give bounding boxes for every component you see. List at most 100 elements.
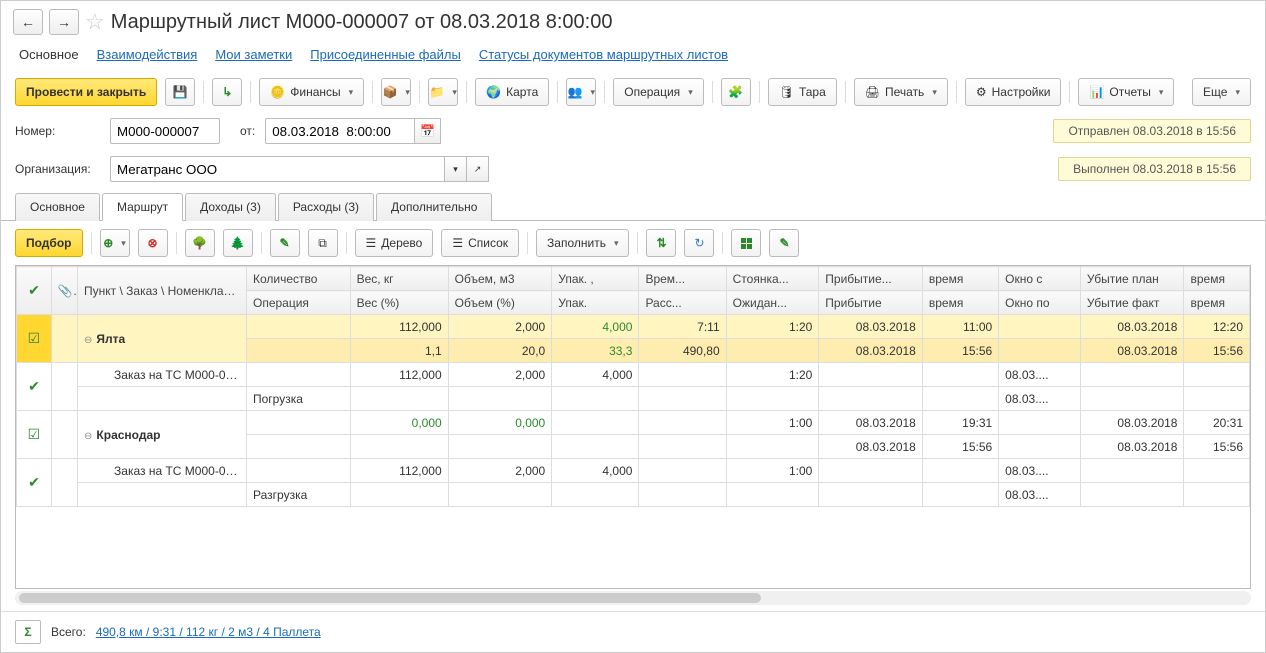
tree-view-button[interactable]: ☰Дерево bbox=[355, 229, 434, 257]
refresh-icon: ↻ bbox=[694, 236, 704, 250]
row-point: ⊖Краснодар bbox=[78, 411, 247, 459]
table-row[interactable]: ☑ ⊖Ялта 112,000 2,000 4,000 7:11 1:20 08… bbox=[17, 315, 1250, 339]
row-check[interactable]: ☑ bbox=[17, 411, 52, 459]
tab-route[interactable]: Маршрут bbox=[102, 193, 183, 221]
tab-expense[interactable]: Расходы (3) bbox=[278, 193, 374, 221]
col-point[interactable]: Пункт \ Заказ \ Номенклатура bbox=[78, 267, 247, 315]
tare-button[interactable]: 🛢Тара bbox=[768, 78, 837, 106]
nav-files[interactable]: Присоединенные файлы bbox=[310, 47, 461, 62]
col-time2[interactable]: время bbox=[922, 267, 998, 291]
print-button[interactable]: 🖨Печать bbox=[854, 78, 948, 106]
col-attach[interactable]: 📎 bbox=[51, 267, 77, 315]
favorite-star-icon[interactable]: ☆ bbox=[85, 9, 105, 35]
tab-main[interactable]: Основное bbox=[15, 193, 100, 221]
tab-extra[interactable]: Дополнительно bbox=[376, 193, 492, 221]
calendar-button[interactable]: 📅 bbox=[415, 118, 441, 144]
horizontal-scrollbar[interactable] bbox=[15, 591, 1251, 605]
swap-button[interactable]: ⇅ bbox=[646, 229, 676, 257]
grid-button[interactable] bbox=[731, 229, 761, 257]
col-time5[interactable]: время bbox=[1184, 291, 1250, 315]
col-pack[interactable]: Упак. , bbox=[552, 267, 639, 291]
nav-links: Основное Взаимодействия Мои заметки Прис… bbox=[1, 43, 1265, 72]
table-row[interactable]: ☑ ⊖Краснодар 0,000 0,000 1:00 08.03.2018… bbox=[17, 411, 1250, 435]
row-check[interactable]: ☑ bbox=[17, 315, 52, 363]
forward-button[interactable]: → bbox=[49, 9, 79, 35]
delete-button[interactable]: ⊗ bbox=[138, 229, 168, 257]
col-weight-pct[interactable]: Вес (%) bbox=[350, 291, 448, 315]
col-volume-pct[interactable]: Объем (%) bbox=[448, 291, 552, 315]
list-view-button[interactable]: ☰Список bbox=[441, 229, 519, 257]
row-check[interactable]: ✔ bbox=[17, 459, 52, 507]
reports-button[interactable]: 📊Отчеты bbox=[1078, 78, 1174, 106]
post-button[interactable]: ↳ bbox=[212, 78, 242, 106]
operation-button[interactable]: Операция bbox=[613, 78, 703, 106]
copy-icon: ⧉ bbox=[318, 236, 327, 251]
date-input[interactable] bbox=[265, 118, 415, 144]
col-time3[interactable]: время bbox=[1184, 267, 1250, 291]
col-depart-plan[interactable]: Убытие план bbox=[1080, 267, 1184, 291]
col-depart-fact[interactable]: Убытие факт bbox=[1080, 291, 1184, 315]
number-input[interactable] bbox=[110, 118, 220, 144]
sigma-button[interactable]: Σ bbox=[15, 620, 41, 644]
add-button[interactable]: ⊕ bbox=[100, 229, 130, 257]
route-table[interactable]: ✔ 📎 Пункт \ Заказ \ Номенклатура Количес… bbox=[15, 265, 1251, 589]
finances-button[interactable]: 🪙Финансы bbox=[259, 78, 364, 106]
col-stop[interactable]: Стоянка... bbox=[726, 267, 819, 291]
col-time[interactable]: Врем... bbox=[639, 267, 726, 291]
nav-statuses[interactable]: Статусы документов маршрутных листов bbox=[479, 47, 728, 62]
org-open-button[interactable]: ↗ bbox=[467, 156, 489, 182]
row-attach bbox=[51, 363, 77, 411]
users-button[interactable]: 👥 bbox=[566, 78, 596, 106]
table-row-sub[interactable]: Погрузка 08.03.... bbox=[17, 387, 1250, 411]
post-and-close-button[interactable]: Провести и закрыть bbox=[15, 78, 157, 106]
col-volume[interactable]: Объем, м3 bbox=[448, 267, 552, 291]
select-button[interactable]: Подбор bbox=[15, 229, 83, 257]
col-qty[interactable]: Количество bbox=[247, 267, 351, 291]
printer-icon: 🖨 bbox=[865, 85, 880, 99]
nav-notes[interactable]: Мои заметки bbox=[215, 47, 292, 62]
col-check[interactable]: ✔ bbox=[17, 267, 52, 315]
package-button[interactable]: 📦 bbox=[381, 78, 411, 106]
org-input[interactable] bbox=[110, 156, 445, 182]
folder-button[interactable]: 📁 bbox=[428, 78, 458, 106]
edit-button[interactable]: ✎ bbox=[270, 229, 300, 257]
col-operation[interactable]: Операция bbox=[247, 291, 351, 315]
back-button[interactable]: ← bbox=[13, 9, 43, 35]
puzzle-button[interactable]: 🧩 bbox=[721, 78, 751, 106]
copy-button[interactable]: ⧉ bbox=[308, 229, 338, 257]
col-window-from[interactable]: Окно с bbox=[999, 267, 1081, 291]
table-row[interactable]: ✔ Заказ на ТС М000-000019... 112,000 2,0… bbox=[17, 363, 1250, 387]
settings-button[interactable]: ⚙Настройки bbox=[965, 78, 1062, 106]
col-pack2[interactable]: Упак. bbox=[552, 291, 639, 315]
save-button[interactable]: 💾 bbox=[165, 78, 195, 106]
table-row[interactable]: ✔ Заказ на ТС М000-000019... 112,000 2,0… bbox=[17, 459, 1250, 483]
map-button[interactable]: 🌍Карта bbox=[475, 78, 549, 106]
chart-icon: 📊 bbox=[1089, 85, 1104, 99]
total-link[interactable]: 490,8 км / 9:31 / 112 кг / 2 м3 / 4 Палл… bbox=[96, 625, 321, 639]
tab-income[interactable]: Доходы (3) bbox=[185, 193, 276, 221]
pencil-icon: ✎ bbox=[279, 236, 289, 250]
row-check[interactable]: ✔ bbox=[17, 363, 52, 411]
col-time4[interactable]: время bbox=[922, 291, 998, 315]
col-arrival-plan[interactable]: Прибытие... bbox=[819, 267, 923, 291]
barrel-icon: 🛢 bbox=[779, 85, 794, 99]
edit-grid-button[interactable]: ✎ bbox=[769, 229, 799, 257]
col-weight[interactable]: Вес, кг bbox=[350, 267, 448, 291]
hierarchy-button-1[interactable]: 🌳 bbox=[185, 229, 215, 257]
row-point: Заказ на ТС М000-000019... bbox=[78, 363, 247, 387]
col-dist[interactable]: Расс... bbox=[639, 291, 726, 315]
col-arrival[interactable]: Прибытие bbox=[819, 291, 923, 315]
refresh-button[interactable]: ↻ bbox=[684, 229, 714, 257]
more-button[interactable]: Еще bbox=[1192, 78, 1251, 106]
fill-button[interactable]: Заполнить bbox=[536, 229, 629, 257]
tree-icon: 🌳 bbox=[192, 236, 207, 250]
from-label: от: bbox=[240, 124, 255, 138]
hierarchy-button-2[interactable]: 🌲 bbox=[223, 229, 253, 257]
col-wait[interactable]: Ожидан... bbox=[726, 291, 819, 315]
org-dropdown-button[interactable]: ▾ bbox=[445, 156, 467, 182]
box-icon: 📦 bbox=[382, 85, 397, 99]
nav-interactions[interactable]: Взаимодействия bbox=[97, 47, 198, 62]
col-window-to[interactable]: Окно по bbox=[999, 291, 1081, 315]
nav-main[interactable]: Основное bbox=[19, 47, 79, 62]
table-row-sub[interactable]: Разгрузка 08.03.... bbox=[17, 483, 1250, 507]
